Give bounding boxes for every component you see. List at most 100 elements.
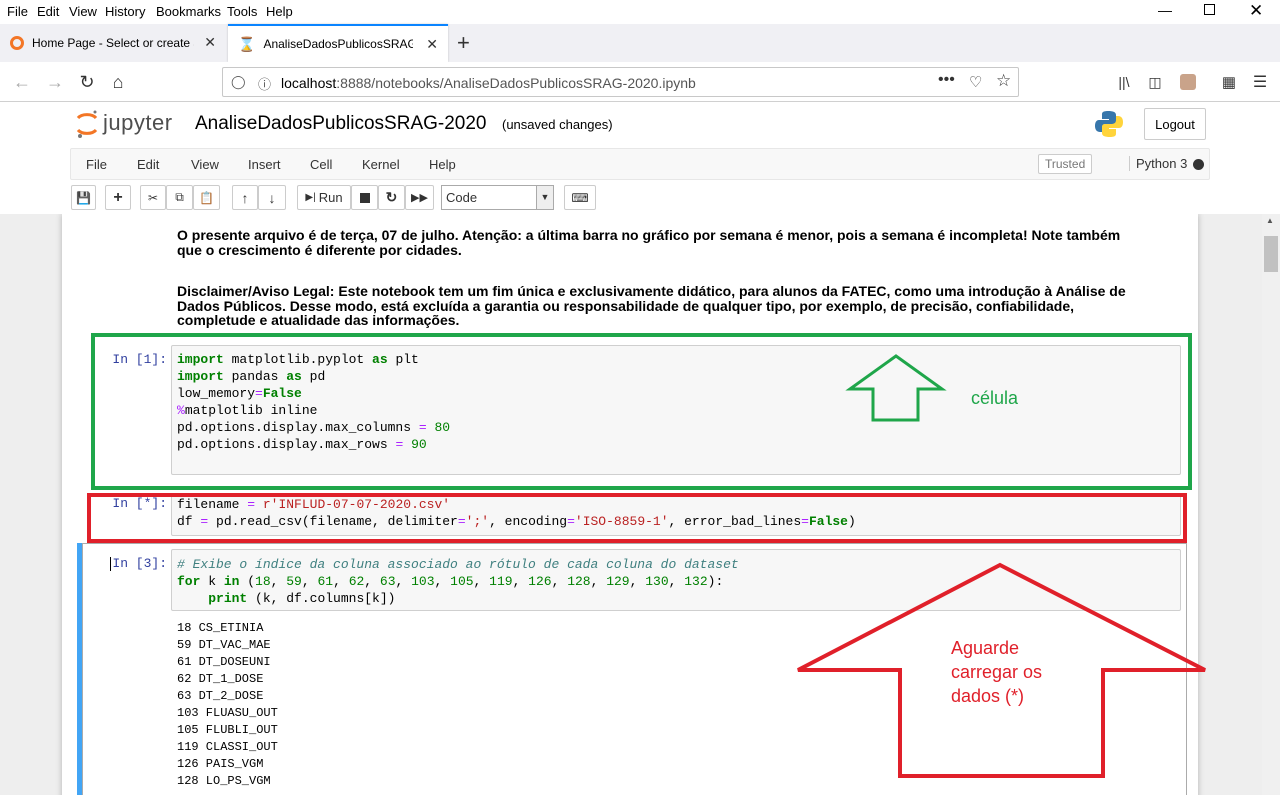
notebook-menubar: File Edit View Insert Cell Kernel Help T… [70,148,1210,180]
save-icon: 💾 [76,190,91,205]
tab-notebook[interactable]: ⌛ AnaliseDadosPublicosSRAG-2020 ✕ [228,24,448,62]
page-actions-icon[interactable]: ••• [938,71,955,89]
fast-forward-icon: ▶▶ [411,192,428,204]
output-line: 126 PAIS_VGM [177,757,264,771]
trusted-indicator[interactable]: Trusted [1038,154,1093,174]
url-text[interactable]: localhost:8888/notebooks/AnaliseDadosPub… [281,75,696,91]
arrow-up-icon: ↑ [241,189,249,206]
run-button[interactable]: ▶| Run [297,185,351,210]
menu-bookmarks[interactable]: Bookmarks [156,4,221,19]
nb-menu-kernel[interactable]: Kernel [362,157,400,172]
library-icon[interactable]: ||\ [1112,70,1136,94]
markdown-cell-intro[interactable]: O presente arquivo é de terça, 07 de jul… [177,228,1177,257]
cell-type-value: Code [446,190,478,205]
annotation-line: dados (*) [951,686,1025,706]
tab-title: AnaliseDadosPublicosSRAG-2020 [263,37,414,51]
output-line: 61 DT_DOSEUNI [177,655,271,669]
pocket-icon[interactable]: ♡ [969,73,982,91]
output-line: 62 DT_1_DOSE [177,672,264,686]
output-line: 63 DT_2_DOSE [177,689,264,703]
info-icon[interactable]: ⓘ [258,74,271,93]
scroll-up-icon[interactable]: ▲ [1266,216,1274,225]
url-path: :8888/notebooks/AnaliseDadosPublicosSRAG… [336,75,696,91]
markdown-line: Disclaimer/Aviso Legal: Este notebook te… [177,283,1126,299]
insert-cell-button[interactable]: + [105,185,131,210]
url-host: localhost [281,75,337,91]
command-palette-button[interactable]: ⌨ [564,185,596,210]
menu-edit[interactable]: Edit [37,4,59,19]
nb-menu-edit[interactable]: Edit [137,157,159,172]
notebook-title[interactable]: AnaliseDadosPublicosSRAG-2020 [195,113,487,135]
chevron-down-icon[interactable]: ▼ [536,186,553,209]
markdown-line: Dados Públicos. Desse modo, está excluíd… [177,297,1075,314]
move-up-button[interactable]: ↑ [232,185,258,210]
logout-button[interactable]: Logout [1144,108,1206,140]
menu-file[interactable]: File [7,4,28,19]
menu-help[interactable]: Help [266,4,293,19]
output-line: 103 FLUASU_OUT [177,706,278,720]
markdown-line: que o crescimento é diferente por cidade… [177,241,462,258]
copy-icon: ⧉ [175,190,184,204]
notebook-toolbar: 💾 + ✂ ⧉ 📋 ↑ ↓ ▶| Run ↻ ▶▶ Code ▼ ⌨ [70,184,1210,212]
save-button[interactable]: 💾 [71,185,96,210]
account-avatar-icon[interactable] [1176,70,1200,94]
restart-run-all-button[interactable]: ▶▶ [405,185,434,210]
nb-menu-help[interactable]: Help [429,157,456,172]
restart-button[interactable]: ↻ [378,185,405,210]
close-window-icon[interactable]: ✕ [1249,1,1263,21]
nb-menu-cell[interactable]: Cell [310,157,332,172]
close-tab-icon[interactable]: ✕ [204,34,216,51]
forward-icon[interactable]: → [43,70,67,94]
reload-icon[interactable]: ↻ [75,70,99,94]
jupyter-logo-icon[interactable] [74,109,100,139]
back-icon[interactable]: ← [10,70,34,94]
maximize-icon[interactable] [1204,4,1215,15]
autosave-status: (unsaved changes) [502,117,613,132]
browser-menubar: File Edit View History Bookmarks Tools H… [0,0,1280,24]
kernel-busy-indicator [1193,159,1204,170]
interrupt-button[interactable] [351,185,378,210]
sidebar-icon[interactable]: ◫ [1143,70,1167,94]
copy-button[interactable]: ⧉ [166,185,193,210]
jupyter-logo-text[interactable]: jupyter [103,110,173,136]
home-icon[interactable]: ⌂ [106,70,130,94]
nb-menu-view[interactable]: View [191,157,219,172]
restart-icon: ↻ [385,189,398,205]
annotation-wait-label: Aguarde carregar os dados (*) [951,636,1042,708]
new-tab-icon[interactable]: + [457,30,470,56]
hamburger-menu-icon[interactable]: ☰ [1248,70,1272,94]
scrollbar[interactable]: ▲ [1262,214,1280,795]
cell-type-select[interactable]: Code ▼ [441,185,554,210]
tab-strip: Home Page - Select or create a ✕ ⌛ Anali… [0,24,1280,62]
markdown-cell-disclaimer[interactable]: Disclaimer/Aviso Legal: Este notebook te… [177,284,1177,328]
url-bar[interactable]: ◯ ⓘ localhost:8888/notebooks/AnaliseDado… [222,67,1019,97]
red-highlight-box [87,493,1187,543]
shield-icon[interactable]: ◯ [231,74,246,90]
hourglass-icon: ⌛ [238,35,256,52]
arrow-down-icon: ↓ [268,189,276,206]
menu-tools[interactable]: Tools [227,4,257,19]
nb-menu-file[interactable]: File [86,157,107,172]
bookmark-star-icon[interactable]: ☆ [996,71,1011,91]
extensions-icon[interactable]: ▦ [1217,70,1241,94]
jupyter-header: jupyter AnaliseDadosPublicosSRAG-2020 (u… [0,103,1280,147]
green-highlight-box [91,333,1192,490]
annotation-line: carregar os [951,662,1043,682]
text-cursor [110,557,111,571]
output-line: 105 FLUBLI_OUT [177,723,278,737]
output-line: 119 CLASSI_OUT [177,740,278,754]
close-tab-icon[interactable]: ✕ [426,36,438,53]
scrollbar-thumb[interactable] [1264,236,1278,272]
minimize-icon[interactable]: — [1158,2,1172,18]
output-line: 18 CS_ETINIA [177,621,264,635]
navigation-bar: ← → ↻ ⌂ ◯ ⓘ localhost:8888/notebooks/Ana… [0,62,1280,102]
menu-history[interactable]: History [105,4,145,19]
paste-button[interactable]: 📋 [193,185,220,210]
cut-button[interactable]: ✂ [140,185,166,210]
menu-view[interactable]: View [69,4,97,19]
tab-home[interactable]: Home Page - Select or create a ✕ [0,24,226,62]
output-line: 128 LO_PS_VGM [177,774,271,788]
code-cell-source[interactable]: # Exibe o índice da coluna associado ao … [177,556,739,607]
move-down-button[interactable]: ↓ [258,185,286,210]
nb-menu-insert[interactable]: Insert [248,157,281,172]
